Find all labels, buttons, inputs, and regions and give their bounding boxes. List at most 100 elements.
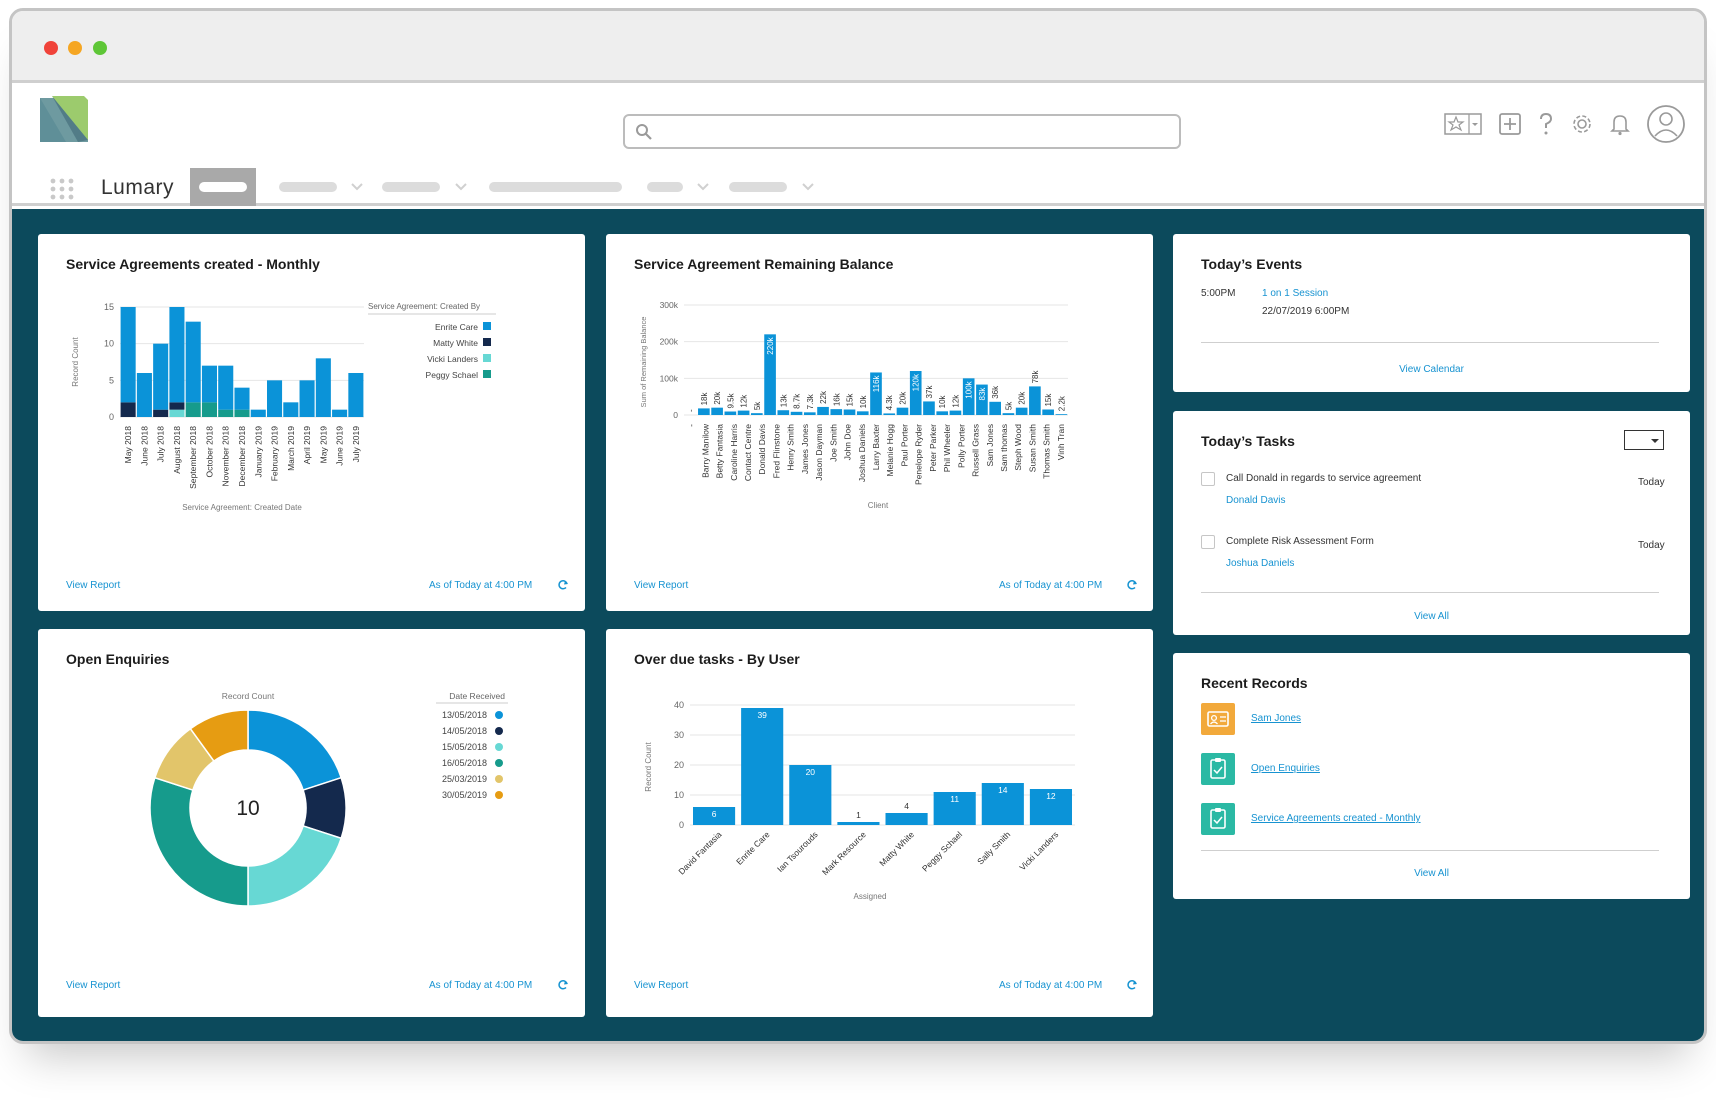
- data-label: 20k: [1018, 391, 1027, 405]
- x-tick-label: Larry Baxter: [871, 424, 881, 470]
- data-label: 12k: [740, 394, 749, 408]
- y-axis-label: Record Count: [71, 337, 80, 387]
- data-label: 78k: [1031, 370, 1040, 384]
- data-label: 9.5k: [726, 392, 735, 408]
- task-checkbox[interactable]: [1201, 472, 1215, 486]
- x-tick-label: Enrite Care: [734, 829, 772, 867]
- x-tick-label: Vinh Tran: [1056, 424, 1066, 461]
- last-refreshed-text: As of Today at 4:00 PM: [429, 980, 533, 991]
- data-label: 11: [950, 794, 959, 804]
- data-label: 12: [1046, 791, 1056, 801]
- refresh-icon[interactable]: [1126, 979, 1138, 991]
- view-all-tasks-link[interactable]: View All: [1173, 611, 1690, 622]
- recent-record-link[interactable]: Open Enquiries: [1251, 763, 1320, 774]
- chart-open-enquiries: Record Count 10 Date Received 13/05/2018 14/…: [149, 691, 508, 907]
- card-overdue-tasks: Over due tasks - By User 0 10 20 30 40 Record…: [606, 629, 1153, 1017]
- bar: [837, 822, 880, 825]
- app-launcher-icon[interactable]: [50, 178, 74, 200]
- data-label: 20: [806, 767, 816, 777]
- bar: [724, 411, 737, 415]
- lumary-logo-icon[interactable]: [40, 96, 88, 142]
- refresh-icon[interactable]: [1126, 579, 1138, 591]
- task-filter-dropdown[interactable]: [1624, 430, 1664, 450]
- x-tick-label: December 2018: [237, 426, 247, 487]
- view-report-link[interactable]: View Report: [66, 580, 120, 591]
- avatar-icon[interactable]: [1646, 104, 1686, 144]
- nav-tab-5[interactable]: [647, 182, 683, 192]
- dashboard: Service Agreements created - Monthly 0 5 1…: [12, 209, 1704, 1041]
- data-label: 4.3k: [885, 394, 894, 410]
- nav-tab-4[interactable]: [489, 182, 622, 192]
- x-tick-label: Steph Wood: [1013, 424, 1023, 471]
- nav-tab-6[interactable]: [729, 182, 787, 192]
- task-person-link[interactable]: Donald Davis: [1226, 495, 1285, 506]
- bar: [777, 410, 790, 415]
- legend-label: 13/05/2018: [442, 710, 487, 720]
- x-tick-label: Barry Manilow: [700, 423, 710, 478]
- notifications-icon[interactable]: [1610, 112, 1630, 136]
- card-todays-events: Today’s Events 5:00PM 1 on 1 Session 22/…: [1173, 234, 1690, 392]
- x-tick-label: Betty Fantasia: [715, 424, 725, 479]
- bar-segment: [169, 409, 185, 417]
- settings-icon[interactable]: [1570, 112, 1594, 136]
- chevron-down-icon[interactable]: [801, 178, 815, 194]
- nav-tab-3[interactable]: [382, 182, 440, 192]
- task-checkbox[interactable]: [1201, 535, 1215, 549]
- x-tick-label: June 2019: [335, 426, 345, 466]
- legend-title: Service Agreement: Created By: [368, 302, 480, 311]
- x-tick-label: Joshua Daniels: [857, 424, 867, 482]
- view-report-link[interactable]: View Report: [634, 580, 688, 591]
- view-report-link[interactable]: View Report: [634, 980, 688, 991]
- data-label: 4: [904, 801, 909, 811]
- recent-record-link[interactable]: Service Agreements created - Monthly: [1251, 813, 1421, 824]
- bar: [856, 411, 869, 415]
- event-date: 22/07/2019 6:00PM: [1262, 306, 1350, 317]
- recent-record-link[interactable]: Sam Jones: [1251, 713, 1301, 724]
- view-report-link[interactable]: View Report: [66, 980, 120, 991]
- view-all-records-link[interactable]: View All: [1173, 868, 1690, 879]
- legend-swatch: [495, 727, 503, 735]
- contact-card-icon: [1201, 703, 1235, 735]
- data-label: 100k: [965, 380, 974, 398]
- card-open-enquiries: Open Enquiries Record Count 10 Date Receiv…: [38, 629, 585, 1017]
- data-label: 5k: [753, 401, 762, 410]
- chevron-down-icon[interactable]: [350, 178, 364, 194]
- bar: [949, 410, 962, 415]
- nav-tab-2[interactable]: [279, 182, 337, 192]
- app-navigation: Lumary: [12, 168, 1704, 206]
- legend-label: Peggy Schael: [426, 370, 479, 380]
- y-tick-label: 10: [674, 790, 684, 800]
- nav-tab-home[interactable]: [190, 168, 256, 206]
- data-label: 20k: [713, 391, 722, 405]
- bar: [741, 708, 784, 825]
- close-window-button[interactable]: [44, 41, 58, 55]
- search-input[interactable]: [623, 114, 1181, 149]
- chevron-down-icon[interactable]: [696, 178, 710, 194]
- legend-label: Enrite Care: [435, 322, 478, 332]
- data-label: 20k: [898, 391, 907, 405]
- help-icon[interactable]: [1538, 112, 1554, 136]
- data-label: 13k: [779, 393, 788, 407]
- bar: [830, 409, 843, 415]
- x-tick-label: Phil Wheeler: [942, 424, 952, 472]
- add-icon[interactable]: [1498, 112, 1522, 136]
- x-tick-label: Russell Grass: [971, 424, 981, 477]
- view-calendar-link[interactable]: View Calendar: [1173, 364, 1690, 375]
- data-label: 220k: [766, 336, 775, 354]
- x-tick-label: Melanie Hogg: [885, 424, 895, 477]
- card-title: Recent Records: [1201, 675, 1308, 691]
- chevron-down-icon[interactable]: [454, 178, 468, 194]
- bar-segment: [250, 409, 266, 417]
- x-tick-label: Ian Tsourouds: [775, 829, 820, 874]
- minimize-window-button[interactable]: [68, 41, 82, 55]
- data-label: 22k: [819, 390, 828, 404]
- favorites-icon[interactable]: [1444, 113, 1482, 135]
- task-person-link[interactable]: Joshua Daniels: [1226, 558, 1294, 569]
- x-tick-label: July 2018: [156, 426, 166, 463]
- task-text: Complete Risk Assessment Form: [1226, 536, 1374, 547]
- maximize-window-button[interactable]: [93, 41, 107, 55]
- event-link[interactable]: 1 on 1 Session: [1262, 288, 1328, 299]
- refresh-icon[interactable]: [557, 579, 569, 591]
- bar-segment: [234, 387, 250, 410]
- refresh-icon[interactable]: [557, 979, 569, 991]
